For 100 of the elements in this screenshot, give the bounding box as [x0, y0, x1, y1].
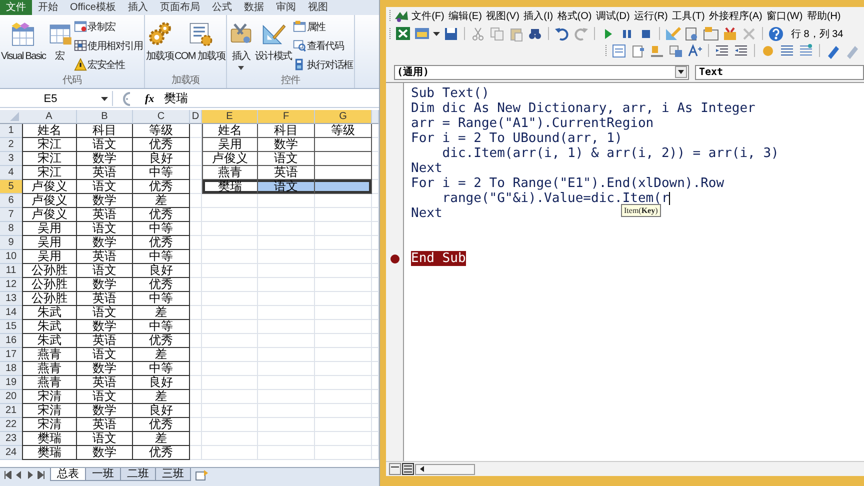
table-cell: [315, 208, 372, 222]
column-header[interactable]: C: [133, 110, 190, 124]
menu-item[interactable]: 工具(T): [670, 9, 706, 23]
row-header[interactable]: 23: [0, 432, 22, 446]
ribbon-tab[interactable]: 开始: [32, 0, 64, 15]
row-header[interactable]: 1: [0, 124, 22, 138]
code-line[interactable]: Next: [411, 161, 442, 176]
row-header[interactable]: 16: [0, 334, 22, 348]
name-box[interactable]: E5: [0, 91, 113, 106]
menu-item[interactable]: 调试(D): [594, 9, 632, 23]
table-cell[interactable]: 吴用: [202, 138, 258, 152]
row-header[interactable]: 8: [0, 222, 22, 236]
row-header[interactable]: 7: [0, 208, 22, 222]
table-cell[interactable]: 科目: [258, 124, 315, 138]
row-header[interactable]: 2: [0, 138, 22, 152]
table-cell[interactable]: 卢俊义: [202, 152, 258, 166]
column-header[interactable]: B: [77, 110, 133, 124]
row-header[interactable]: 10: [0, 250, 22, 264]
row-header[interactable]: 24: [0, 446, 22, 460]
table-cell[interactable]: 姓名: [202, 124, 258, 138]
row-header[interactable]: 19: [0, 376, 22, 390]
ribbon-button[interactable]: Visual Basic: [1, 21, 46, 62]
table-cell[interactable]: 数学: [258, 138, 315, 152]
ribbon-tab[interactable]: 审阅: [270, 0, 302, 15]
ribbon-tab[interactable]: 文件: [0, 0, 32, 15]
menu-item[interactable]: 插入(I): [522, 9, 555, 23]
code-line[interactable]: arr = Range("A1").CurrentRegion: [411, 116, 654, 131]
ribbon-button[interactable]: 设计模式: [255, 21, 292, 62]
column-header[interactable]: G: [315, 110, 372, 124]
function-label[interactable]: fx: [145, 92, 164, 104]
sheet-tab[interactable]: 三班: [155, 468, 191, 481]
row-header[interactable]: 9: [0, 236, 22, 250]
menu-item[interactable]: 文件(F): [410, 9, 446, 23]
row-header[interactable]: 21: [0, 404, 22, 418]
code-line[interactable]: Next: [411, 206, 442, 221]
ribbon-button[interactable]: COM 加载项: [174, 21, 226, 62]
column-header[interactable]: E: [202, 110, 258, 124]
table-cell[interactable]: 等级: [315, 124, 372, 138]
menu-item[interactable]: 帮助(H): [805, 9, 842, 23]
table-cell[interactable]: [315, 138, 372, 152]
procedure-dropdown[interactable]: Text: [695, 64, 864, 80]
table-cell[interactable]: 樊瑞: [202, 180, 258, 194]
ribbon-button[interactable]: 查看代码: [292, 37, 353, 54]
redo-icon: [573, 26, 589, 42]
horizontal-scrollbar[interactable]: [415, 464, 475, 474]
code-line[interactable]: For i = 2 To Range("E1").End(xlDown).Row: [411, 176, 724, 191]
code-line[interactable]: For i = 2 To UBound(arr, 1): [411, 131, 622, 146]
row-header[interactable]: 20: [0, 390, 22, 404]
ribbon-tab[interactable]: 页面布局: [154, 0, 206, 15]
code-line[interactable]: dic.Item(arr(i, 1) & arr(i, 2)) = arr(i, 3): [411, 146, 779, 161]
menu-item[interactable]: 窗口(W): [764, 9, 804, 23]
ribbon-tab[interactable]: 视图: [302, 0, 334, 15]
row-header[interactable]: 6: [0, 194, 22, 208]
menu-item[interactable]: 视图(V): [484, 9, 522, 23]
ribbon-tab[interactable]: 公式: [206, 0, 238, 15]
table-cell: 数学: [77, 404, 133, 418]
ribbon-tab[interactable]: 插入: [122, 0, 154, 15]
row-header[interactable]: 4: [0, 166, 22, 180]
formula-field[interactable]: 樊瑞: [164, 90, 379, 107]
object-dropdown[interactable]: (通用): [394, 64, 689, 80]
ribbon-button[interactable]: 宏: [46, 21, 73, 62]
row-header[interactable]: 3: [0, 152, 22, 166]
ribbon-button[interactable]: 属性: [292, 18, 353, 35]
row-header[interactable]: 18: [0, 362, 22, 376]
row-header[interactable]: 17: [0, 348, 22, 362]
sheet-tab[interactable]: 总表: [50, 468, 86, 481]
table-cell[interactable]: [315, 152, 372, 166]
table-cell[interactable]: 语文: [258, 180, 315, 194]
column-header[interactable]: A: [22, 110, 77, 124]
ribbon-button[interactable]: 插入: [228, 21, 254, 70]
row-header[interactable]: 5: [0, 180, 22, 194]
code-line[interactable]: Dim dic As New Dictionary, arr, i As Integer: [411, 101, 756, 116]
table-cell[interactable]: 语文: [258, 152, 315, 166]
code-line[interactable]: range("G"&i).Value=dic.Item(r: [411, 191, 670, 206]
ribbon-button[interactable]: 使用相对引用: [74, 37, 143, 54]
ribbon-button[interactable]: 加载项: [146, 21, 174, 62]
ribbon-button[interactable]: 录制宏: [74, 18, 143, 35]
table-cell: 中等: [133, 320, 190, 334]
table-cell: [202, 278, 258, 292]
row-header[interactable]: 13: [0, 292, 22, 306]
code-line[interactable]: Sub Text(): [411, 86, 490, 101]
ribbon-button[interactable]: 执行对话框: [292, 56, 353, 73]
ribbon-button[interactable]: 宏安全性: [74, 56, 143, 73]
menu-item[interactable]: 格式(O): [556, 9, 594, 23]
table-cell[interactable]: [315, 180, 372, 194]
row-header[interactable]: 22: [0, 418, 22, 432]
ribbon-tab[interactable]: Office模板: [64, 0, 122, 15]
row-header[interactable]: 15: [0, 320, 22, 334]
ribbon-tab[interactable]: 数据: [238, 0, 270, 15]
menu-item[interactable]: 运行(R): [632, 9, 670, 23]
table-cell: [258, 222, 315, 236]
menu-item[interactable]: 外接程序(A): [707, 9, 764, 23]
sheet-tab[interactable]: 二班: [120, 468, 156, 481]
column-header[interactable]: F: [258, 110, 315, 124]
sheet-tab[interactable]: 一班: [85, 468, 121, 481]
row-header[interactable]: 12: [0, 278, 22, 292]
menu-item[interactable]: 编辑(E): [446, 9, 484, 23]
row-header[interactable]: 14: [0, 306, 22, 320]
window-icon: [10, 21, 36, 47]
row-header[interactable]: 11: [0, 264, 22, 278]
